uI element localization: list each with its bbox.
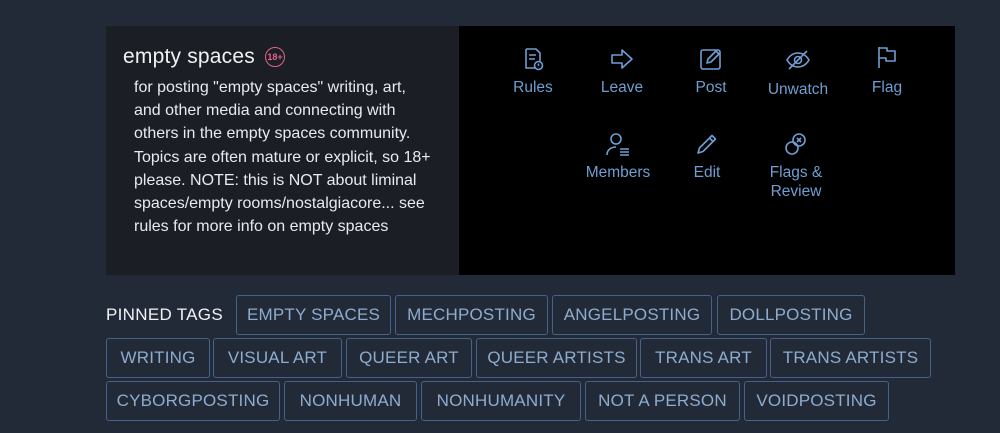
eye-slash-icon [786, 50, 810, 70]
flags-review-button[interactable]: Flags & Review [759, 131, 833, 201]
rules-button[interactable]: Rules [505, 46, 561, 97]
flags-review-label: Flags & Review [769, 164, 823, 200]
rules-icon [525, 48, 544, 71]
post-label: Post [695, 79, 727, 96]
leave-button[interactable]: Leave [594, 46, 650, 97]
members-button[interactable]: Members [583, 131, 653, 182]
pinned-tag[interactable]: QUEER ARTISTS [476, 338, 637, 378]
pinned-tag[interactable]: DOLLPOSTING [717, 295, 865, 335]
pinned-tag[interactable]: NONHUMAN [284, 381, 417, 421]
pinned-tag[interactable]: NOT A PERSON [585, 381, 740, 421]
pinned-tag[interactable]: CYBORGPOSTING [106, 381, 280, 421]
actions-panel: Rules Leave Post Unwatch Flag Members Ed… [459, 26, 955, 275]
members-icon [606, 133, 629, 156]
post-button[interactable]: Post [683, 46, 739, 97]
leave-arrow-icon [611, 49, 633, 69]
pinned-tag[interactable]: TRANS ARTISTS [770, 338, 931, 378]
adult-badge: 18+ [264, 47, 285, 67]
title-row: empty spaces 18+ [123, 45, 285, 69]
edit-button[interactable]: Edit [679, 131, 735, 182]
pencil-icon [697, 134, 717, 154]
community-description: for posting "empty spaces" writing, art,… [134, 79, 431, 236]
pinned-tags-label: PINNED TAGS [106, 305, 223, 324]
flags-review-icon [785, 133, 806, 155]
flag-icon [878, 47, 896, 68]
members-label: Members [585, 164, 651, 181]
leave-label: Leave [600, 79, 644, 96]
rules-label: Rules [513, 79, 553, 96]
flag-button[interactable]: Flag [859, 44, 915, 97]
post-edit-icon [700, 49, 721, 70]
community-card: empty spaces 18+ for posting "empty spac… [106, 26, 955, 275]
flag-label: Flag [871, 79, 903, 96]
unwatch-button[interactable]: Unwatch [763, 46, 833, 99]
pinned-tag[interactable]: ANGELPOSTING [552, 295, 712, 335]
community-info-panel: empty spaces 18+ for posting "empty spac… [106, 26, 459, 275]
pinned-tag[interactable]: WRITING [106, 338, 210, 378]
pinned-tag[interactable]: QUEER ART [346, 338, 472, 378]
unwatch-label: Unwatch [767, 81, 829, 98]
edit-label: Edit [693, 164, 721, 181]
community-title: empty spaces [123, 45, 255, 68]
pinned-tag[interactable]: TRANS ART [640, 338, 767, 378]
pinned-tag[interactable]: VOIDPOSTING [744, 381, 889, 421]
pinned-tag[interactable]: EMPTY SPACES [236, 295, 391, 335]
pinned-tag[interactable]: VISUAL ART [213, 338, 342, 378]
pinned-tag[interactable]: MECHPOSTING [395, 295, 548, 335]
pinned-tag[interactable]: NONHUMANITY [421, 381, 581, 421]
